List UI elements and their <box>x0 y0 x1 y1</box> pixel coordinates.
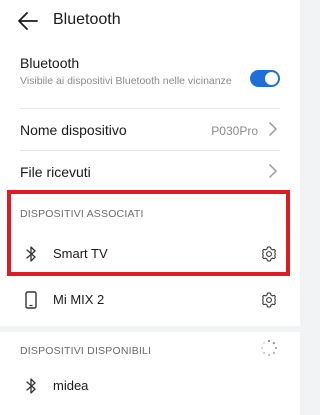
bluetooth-toggle-row[interactable]: Bluetooth Visibile ai dispositivi Blueto… <box>0 44 300 108</box>
received-files-label: File ricevuti <box>20 164 91 180</box>
paired-device-row[interactable]: Smart TV <box>0 232 300 276</box>
available-devices-header: DISPOSITIVI DISPONIBILI <box>20 345 152 357</box>
loading-spinner-icon <box>260 339 278 357</box>
bluetooth-switch-knob <box>265 72 278 85</box>
gear-icon[interactable] <box>260 291 278 309</box>
chevron-right-icon <box>269 122 277 136</box>
available-device-row[interactable]: midea <box>0 369 300 413</box>
paired-devices-card: DISPOSITIVI ASSOCIATI Smart TV Mi MIX 2 <box>0 192 300 326</box>
settings-card-main: Bluetooth Visibile ai dispositivi Blueto… <box>0 44 300 192</box>
device-name-label: Nome dispositivo <box>20 122 127 138</box>
device-name-row[interactable]: Nome dispositivo P030Pro <box>0 109 300 150</box>
paired-device-row[interactable]: Mi MIX 2 <box>0 280 300 324</box>
paired-device-name: Mi MIX 2 <box>53 292 105 307</box>
bluetooth-toggle-label: Bluetooth <box>20 55 80 71</box>
phone-icon <box>25 291 37 309</box>
bluetooth-toggle-description: Visibile ai dispositivi Bluetooth nelle … <box>20 75 232 87</box>
received-files-row[interactable]: File ricevuti <box>0 151 300 192</box>
arrow-left-icon <box>18 12 38 30</box>
bluetooth-icon <box>26 246 36 262</box>
available-device-name: midea <box>53 378 89 393</box>
bluetooth-settings-screen: Bluetooth Bluetooth Visibile ai disposit… <box>0 0 300 415</box>
paired-devices-header: DISPOSITIVI ASSOCIATI <box>20 208 144 220</box>
bluetooth-switch[interactable] <box>250 70 280 87</box>
top-app-bar: Bluetooth <box>0 0 300 44</box>
paired-device-name: Smart TV <box>53 246 108 261</box>
available-devices-card: DISPOSITIVI DISPONIBILI midea <box>0 332 300 415</box>
gear-icon[interactable] <box>260 245 278 263</box>
chevron-right-icon <box>269 164 277 178</box>
bluetooth-icon <box>26 378 36 394</box>
back-button[interactable] <box>16 9 40 33</box>
page-title: Bluetooth <box>53 11 121 28</box>
device-name-value: P030Pro <box>211 124 258 138</box>
